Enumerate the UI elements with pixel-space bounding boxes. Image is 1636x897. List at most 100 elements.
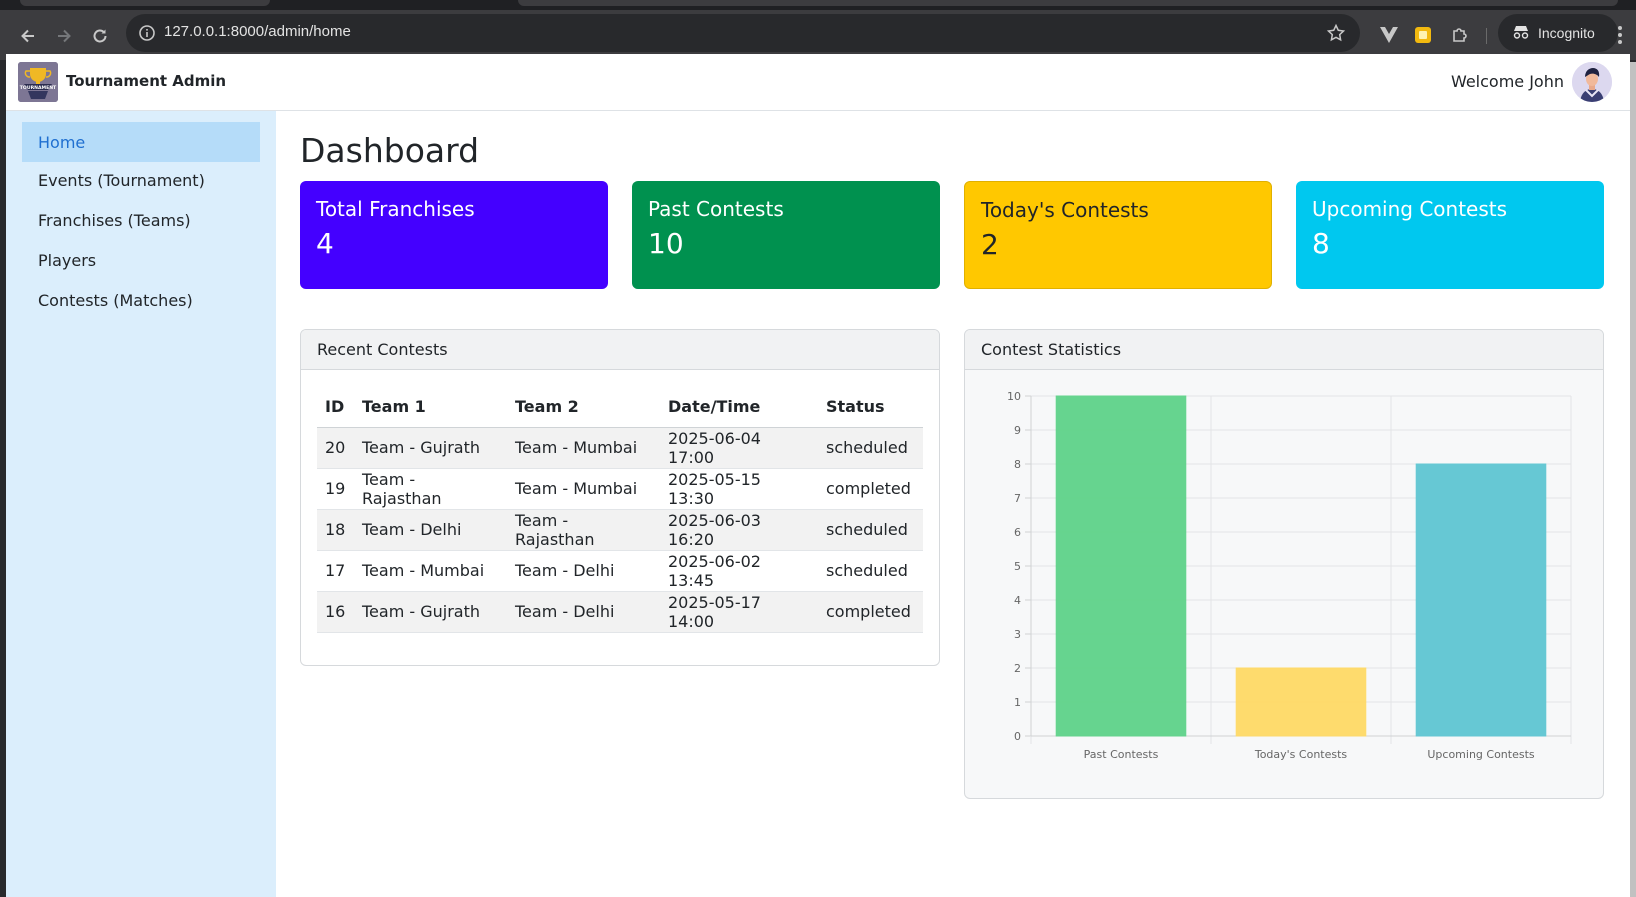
y-tick-label: 9: [1014, 424, 1021, 437]
vue-devtools-icon[interactable]: [1376, 22, 1402, 48]
recent-contests-panel: Recent Contests ID Team 1 Team 2 Date/Ti…: [300, 329, 940, 666]
table-row[interactable]: 19 Team - Rajasthan Team - Mumbai 2025-0…: [317, 468, 923, 510]
cell-status: completed: [818, 591, 923, 633]
cell-datetime: 2025-05-15 13:30: [660, 468, 818, 510]
address-bar[interactable]: 127.0.0.1:8000/admin/home: [126, 14, 1360, 52]
y-tick-label: 0: [1014, 730, 1021, 743]
cell-datetime: 2025-06-02 13:45: [660, 550, 818, 592]
bookmark-star-icon[interactable]: [1326, 23, 1346, 43]
card-label: Past Contests: [648, 197, 784, 221]
sidebar-item-events[interactable]: Events (Tournament): [22, 160, 260, 200]
forward-icon[interactable]: [50, 22, 78, 50]
tournament-logo[interactable]: TOURNAMENT: [18, 62, 58, 102]
bar: [1415, 463, 1547, 737]
sidebar-item-home[interactable]: Home: [22, 122, 260, 162]
table-row[interactable]: 16 Team - Gujrath Team - Delhi 2025-05-1…: [317, 591, 923, 633]
contest-statistics-chart: 0 1 2 3 4 5 6 7 8 9 10 Past Contests Today's Contest…: [981, 386, 1587, 786]
extension-yellow-icon[interactable]: [1410, 22, 1436, 48]
y-tick-label: 4: [1014, 594, 1021, 607]
app-brand[interactable]: Tournament Admin: [66, 72, 226, 90]
cell-id: 18: [317, 509, 354, 551]
bar-chart: 0 1 2 3 4 5 6 7 8 9 10 Past Contests Today's Contest…: [1007, 390, 1572, 761]
app-header: TOURNAMENT Tournament Admin Welcome John: [6, 54, 1630, 111]
column-header: Team 1: [354, 386, 507, 428]
sidebar-item-label: Home: [38, 132, 86, 152]
sidebar-item-players[interactable]: Players: [22, 240, 260, 280]
extensions-puzzle-icon[interactable]: [1447, 22, 1473, 48]
y-tick-label: 3: [1014, 628, 1021, 641]
incognito-label: Incognito: [1538, 25, 1595, 41]
page-title: Dashboard: [300, 131, 480, 170]
cell-status: scheduled: [818, 550, 923, 592]
x-tick-label: Today's Contests: [1254, 748, 1348, 761]
site-info-icon[interactable]: [138, 24, 156, 42]
cell-status: scheduled: [818, 427, 923, 469]
cell-datetime: 2025-06-03 16:20: [660, 509, 818, 551]
incognito-indicator[interactable]: Incognito: [1498, 14, 1618, 52]
recent-contests-table: ID Team 1 Team 2 Date/Time Status 20 Tea…: [317, 386, 923, 633]
cell-id: 19: [317, 468, 354, 510]
browser-tab[interactable]: [20, 0, 270, 6]
table-row[interactable]: 18 Team - Delhi Team - Rajasthan 2025-06…: [317, 509, 923, 551]
browser-menu-icon[interactable]: [1610, 22, 1630, 48]
cell-team2: Team - Delhi: [507, 591, 660, 633]
cell-team1: Team - Delhi: [354, 509, 507, 551]
user-avatar[interactable]: [1572, 62, 1612, 102]
cell-team1: Team - Mumbai: [354, 550, 507, 592]
column-header: Date/Time: [660, 386, 818, 428]
card-value: 4: [316, 227, 334, 260]
cell-datetime: 2025-05-17 14:00: [660, 591, 818, 633]
panel-header: Contest Statistics: [965, 330, 1603, 370]
card-value: 8: [1312, 227, 1330, 260]
table-row[interactable]: 17 Team - Mumbai Team - Delhi 2025-06-02…: [317, 550, 923, 592]
sidebar-item-label: Contests (Matches): [38, 290, 193, 310]
cell-team2: Team - Rajasthan: [507, 509, 660, 551]
card-value: 10: [648, 227, 684, 260]
cell-id: 17: [317, 550, 354, 592]
sidebar-item-label: Franchises (Teams): [38, 210, 191, 230]
browser-tab[interactable]: [518, 0, 1618, 6]
card-value: 2: [981, 228, 999, 261]
bar: [1055, 395, 1187, 737]
scrollbar-thumb[interactable]: [1630, 62, 1636, 897]
incognito-icon: [1512, 25, 1530, 42]
cell-team1: Team - Rajasthan: [354, 468, 507, 510]
sidebar-item-label: Players: [38, 250, 97, 270]
contest-statistics-panel: Contest Statistics 0 1 2 3 4 5 6 7 8 9 10 Past Cont…: [964, 329, 1604, 799]
cell-status: scheduled: [818, 509, 923, 551]
table-header-row: ID Team 1 Team 2 Date/Time Status: [317, 386, 923, 428]
bar: [1235, 667, 1367, 737]
y-tick-label: 1: [1014, 696, 1021, 709]
todays-contests-card: Today's Contests 2: [964, 181, 1272, 289]
x-tick-label: Past Contests: [1084, 748, 1159, 761]
cell-team2: Team - Delhi: [507, 550, 660, 592]
sidebar-item-franchises[interactable]: Franchises (Teams): [22, 200, 260, 240]
cell-team2: Team - Mumbai: [507, 468, 660, 510]
table-row[interactable]: 20 Team - Gujrath Team - Mumbai 2025-06-…: [317, 427, 923, 469]
url-text[interactable]: 127.0.0.1:8000/admin/home: [164, 23, 351, 40]
cell-status: completed: [818, 468, 923, 510]
total-franchises-card: Total Franchises 4: [300, 181, 608, 289]
browser-toolbar: 127.0.0.1:8000/admin/home Incognito: [0, 10, 1636, 60]
toolbar-separator: [1486, 28, 1487, 44]
logo-lettering: TOURNAMENT: [20, 85, 57, 91]
column-header: ID: [317, 386, 354, 428]
sidebar-item-contests[interactable]: Contests (Matches): [22, 280, 260, 320]
cell-team1: Team - Gujrath: [354, 427, 507, 469]
welcome-text: Welcome John: [1450, 72, 1564, 91]
main-content: Dashboard Total Franchises 4 Past Contes…: [276, 111, 1630, 897]
sidebar-item-label: Events (Tournament): [38, 170, 205, 190]
reload-icon[interactable]: [86, 22, 114, 50]
column-header: Status: [818, 386, 923, 428]
upcoming-contests-card: Upcoming Contests 8: [1296, 181, 1604, 289]
panel-title: Contest Statistics: [981, 340, 1122, 359]
cell-datetime: 2025-06-04 17:00: [660, 427, 818, 469]
back-icon[interactable]: [14, 22, 42, 50]
sidebar: Home Events (Tournament) Franchises (Tea…: [6, 111, 276, 897]
y-tick-label: 5: [1014, 560, 1021, 573]
y-tick-label: 10: [1007, 390, 1021, 403]
column-header: Team 2: [507, 386, 660, 428]
y-tick-label: 7: [1014, 492, 1021, 505]
card-label: Today's Contests: [981, 198, 1149, 222]
browser-tab-strip: [0, 0, 1636, 10]
